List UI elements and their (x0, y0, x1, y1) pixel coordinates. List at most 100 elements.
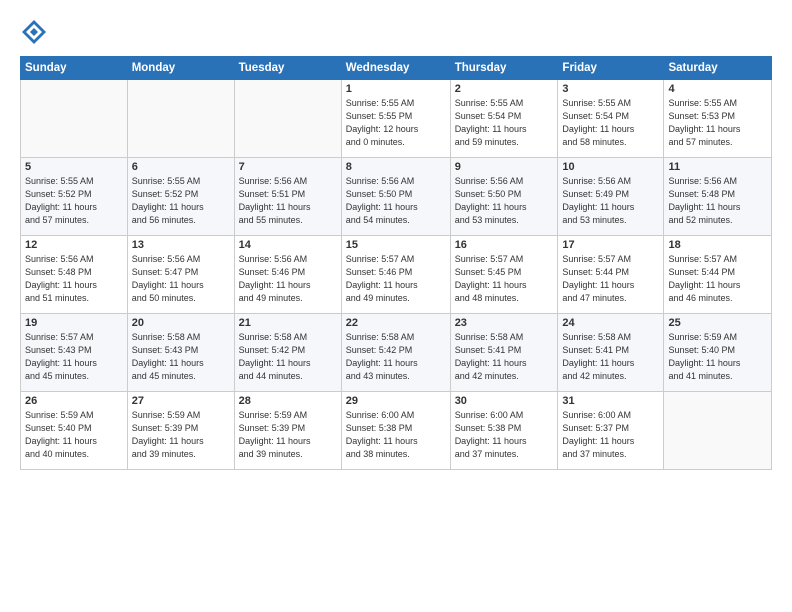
weekday-header-sunday: Sunday (21, 57, 128, 80)
day-number: 23 (455, 317, 554, 329)
weekday-header-saturday: Saturday (664, 57, 772, 80)
calendar-week-2: 5 Sunrise: 5:55 AM Sunset: 5:52 PM Daylig… (21, 158, 772, 236)
calendar-cell: 4Sunrise: 5:55 AM Sunset: 5:53 PM Daylig… (664, 80, 772, 158)
day-info: Sunrise: 5:55 AM Sunset: 5:52 PM Dayligh… (132, 175, 230, 227)
day-number: 6 (132, 161, 230, 173)
day-number: 21 (239, 317, 337, 329)
day-info: Sunrise: 5:58 AM Sunset: 5:41 PM Dayligh… (562, 331, 659, 383)
day-number: 8 (346, 161, 446, 173)
day-info: Sunrise: 6:00 AM Sunset: 5:37 PM Dayligh… (562, 409, 659, 461)
day-info: Sunrise: 5:55 AM Sunset: 5:55 PM Dayligh… (346, 97, 446, 149)
calendar-cell: 31Sunrise: 6:00 AM Sunset: 5:37 PM Dayli… (558, 392, 664, 470)
day-info: Sunrise: 5:58 AM Sunset: 5:42 PM Dayligh… (239, 331, 337, 383)
day-number: 26 (25, 395, 123, 407)
day-info: Sunrise: 5:58 AM Sunset: 5:43 PM Dayligh… (132, 331, 230, 383)
day-info: Sunrise: 5:59 AM Sunset: 5:39 PM Dayligh… (239, 409, 337, 461)
day-number: 4 (668, 83, 767, 95)
day-info: Sunrise: 5:57 AM Sunset: 5:44 PM Dayligh… (668, 253, 767, 305)
day-info: Sunrise: 5:56 AM Sunset: 5:48 PM Dayligh… (668, 175, 767, 227)
day-info: Sunrise: 5:57 AM Sunset: 5:43 PM Dayligh… (25, 331, 123, 383)
calendar-cell (21, 80, 128, 158)
calendar-cell: 11 Sunrise: 5:56 AM Sunset: 5:48 PM Dayli… (664, 158, 772, 236)
day-number: 1 (346, 83, 446, 95)
day-number: 9 (455, 161, 554, 173)
calendar-cell: 9Sunrise: 5:56 AM Sunset: 5:50 PM Daylig… (450, 158, 558, 236)
calendar-cell: 26 Sunrise: 5:59 AM Sunset: 5:40 PM Dayli… (21, 392, 128, 470)
day-number: 20 (132, 317, 230, 329)
calendar-cell: 15Sunrise: 5:57 AM Sunset: 5:46 PM Dayli… (341, 236, 450, 314)
calendar-cell: 3 Sunrise: 5:55 AM Sunset: 5:54 PM Daylig… (558, 80, 664, 158)
day-info: Sunrise: 5:59 AM Sunset: 5:39 PM Dayligh… (132, 409, 230, 461)
day-info: Sunrise: 5:59 AM Sunset: 5:40 PM Dayligh… (25, 409, 123, 461)
day-number: 22 (346, 317, 446, 329)
calendar-cell: 21 Sunrise: 5:58 AM Sunset: 5:42 PM Dayli… (234, 314, 341, 392)
day-info: Sunrise: 5:55 AM Sunset: 5:52 PM Dayligh… (25, 175, 123, 227)
page: SundayMondayTuesdayWednesdayThursdayFrid… (0, 0, 792, 612)
calendar-cell (234, 80, 341, 158)
day-number: 27 (132, 395, 230, 407)
calendar-cell: 5 Sunrise: 5:55 AM Sunset: 5:52 PM Daylig… (21, 158, 128, 236)
day-number: 14 (239, 239, 337, 251)
day-number: 15 (346, 239, 446, 251)
calendar-cell: 25 Sunrise: 5:59 AM Sunset: 5:40 PM Dayli… (664, 314, 772, 392)
calendar-cell: 1 Sunrise: 5:55 AM Sunset: 5:55 PM Daylig… (341, 80, 450, 158)
day-number: 10 (562, 161, 659, 173)
header (20, 18, 772, 46)
calendar-cell (127, 80, 234, 158)
calendar-cell: 14 Sunrise: 5:56 AM Sunset: 5:46 PM Dayli… (234, 236, 341, 314)
calendar-cell: 17 Sunrise: 5:57 AM Sunset: 5:44 PM Dayli… (558, 236, 664, 314)
day-info: Sunrise: 5:58 AM Sunset: 5:41 PM Dayligh… (455, 331, 554, 383)
day-number: 5 (25, 161, 123, 173)
day-info: Sunrise: 5:56 AM Sunset: 5:46 PM Dayligh… (239, 253, 337, 305)
calendar-cell: 12Sunrise: 5:56 AM Sunset: 5:48 PM Dayli… (21, 236, 128, 314)
calendar-week-5: 26 Sunrise: 5:59 AM Sunset: 5:40 PM Dayli… (21, 392, 772, 470)
calendar-cell: 16 Sunrise: 5:57 AM Sunset: 5:45 PM Dayli… (450, 236, 558, 314)
day-number: 16 (455, 239, 554, 251)
day-info: Sunrise: 5:56 AM Sunset: 5:47 PM Dayligh… (132, 253, 230, 305)
day-number: 24 (562, 317, 659, 329)
calendar-cell: 2 Sunrise: 5:55 AM Sunset: 5:54 PM Daylig… (450, 80, 558, 158)
day-info: Sunrise: 5:56 AM Sunset: 5:50 PM Dayligh… (346, 175, 446, 227)
calendar-cell: 24 Sunrise: 5:58 AM Sunset: 5:41 PM Dayli… (558, 314, 664, 392)
calendar-cell: 18 Sunrise: 5:57 AM Sunset: 5:44 PM Dayli… (664, 236, 772, 314)
day-number: 25 (668, 317, 767, 329)
day-info: Sunrise: 5:59 AM Sunset: 5:40 PM Dayligh… (668, 331, 767, 383)
calendar-cell: 30Sunrise: 6:00 AM Sunset: 5:38 PM Dayli… (450, 392, 558, 470)
calendar-cell: 19 Sunrise: 5:57 AM Sunset: 5:43 PM Dayli… (21, 314, 128, 392)
day-info: Sunrise: 5:55 AM Sunset: 5:54 PM Dayligh… (562, 97, 659, 149)
weekday-header-monday: Monday (127, 57, 234, 80)
calendar-cell: 13 Sunrise: 5:56 AM Sunset: 5:47 PM Dayli… (127, 236, 234, 314)
calendar-week-4: 19 Sunrise: 5:57 AM Sunset: 5:43 PM Dayli… (21, 314, 772, 392)
day-number: 17 (562, 239, 659, 251)
day-info: Sunrise: 6:00 AM Sunset: 5:38 PM Dayligh… (455, 409, 554, 461)
day-number: 7 (239, 161, 337, 173)
day-info: Sunrise: 5:56 AM Sunset: 5:51 PM Dayligh… (239, 175, 337, 227)
weekday-header-tuesday: Tuesday (234, 57, 341, 80)
calendar-cell: 28 Sunrise: 5:59 AM Sunset: 5:39 PM Dayli… (234, 392, 341, 470)
calendar-cell: 27 Sunrise: 5:59 AM Sunset: 5:39 PM Dayli… (127, 392, 234, 470)
day-info: Sunrise: 5:57 AM Sunset: 5:45 PM Dayligh… (455, 253, 554, 305)
calendar-cell: 29Sunrise: 6:00 AM Sunset: 5:38 PM Dayli… (341, 392, 450, 470)
calendar-header: SundayMondayTuesdayWednesdayThursdayFrid… (21, 57, 772, 80)
calendar-body: 1 Sunrise: 5:55 AM Sunset: 5:55 PM Daylig… (21, 80, 772, 470)
calendar-cell: 20 Sunrise: 5:58 AM Sunset: 5:43 PM Dayli… (127, 314, 234, 392)
calendar-cell: 10Sunrise: 5:56 AM Sunset: 5:49 PM Dayli… (558, 158, 664, 236)
day-number: 2 (455, 83, 554, 95)
day-info: Sunrise: 5:58 AM Sunset: 5:42 PM Dayligh… (346, 331, 446, 383)
calendar-cell: 6 Sunrise: 5:55 AM Sunset: 5:52 PM Daylig… (127, 158, 234, 236)
day-info: Sunrise: 5:55 AM Sunset: 5:54 PM Dayligh… (455, 97, 554, 149)
calendar-week-1: 1 Sunrise: 5:55 AM Sunset: 5:55 PM Daylig… (21, 80, 772, 158)
day-number: 28 (239, 395, 337, 407)
weekday-header-wednesday: Wednesday (341, 57, 450, 80)
calendar-cell: 23 Sunrise: 5:58 AM Sunset: 5:41 PM Dayli… (450, 314, 558, 392)
day-number: 12 (25, 239, 123, 251)
day-number: 11 (668, 161, 767, 173)
day-number: 3 (562, 83, 659, 95)
calendar-table: SundayMondayTuesdayWednesdayThursdayFrid… (20, 56, 772, 470)
day-number: 13 (132, 239, 230, 251)
weekday-header-friday: Friday (558, 57, 664, 80)
day-number: 18 (668, 239, 767, 251)
calendar-cell: 22 Sunrise: 5:58 AM Sunset: 5:42 PM Dayli… (341, 314, 450, 392)
day-number: 19 (25, 317, 123, 329)
day-info: Sunrise: 5:57 AM Sunset: 5:44 PM Dayligh… (562, 253, 659, 305)
